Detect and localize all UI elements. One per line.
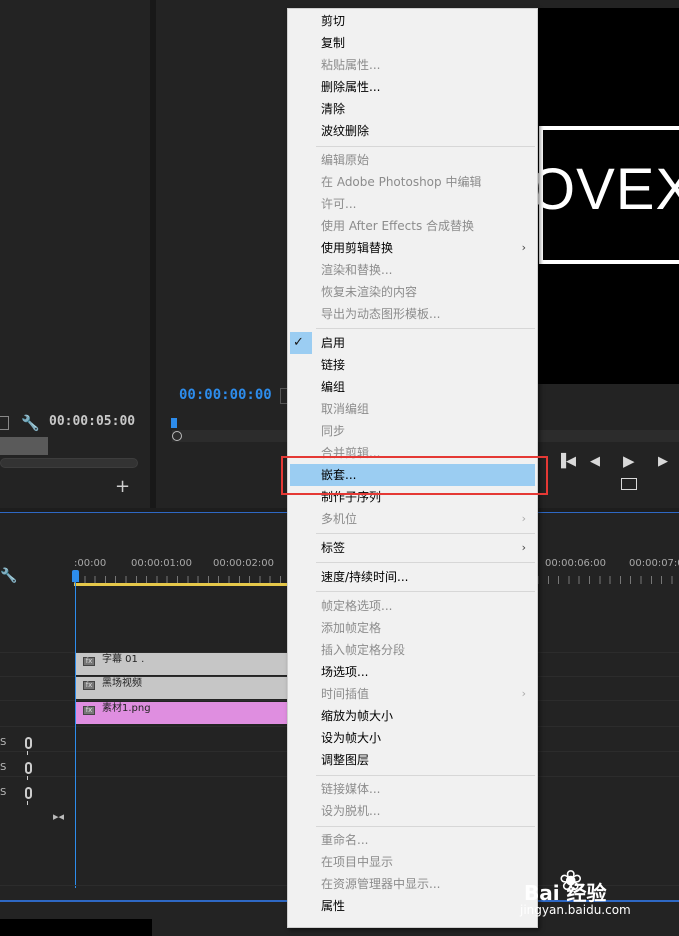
menu-item-reveal-in-project[interactable]: 在项目中显示 bbox=[288, 851, 537, 873]
clip-name-suffix: . bbox=[141, 654, 145, 665]
chevron-right-icon: › bbox=[521, 241, 526, 254]
menu-separator bbox=[316, 146, 535, 147]
menu-item-enable[interactable]: ✓ 启用 bbox=[288, 332, 537, 354]
menu-item-synchronize[interactable]: 同步 bbox=[288, 420, 537, 442]
menu-separator bbox=[316, 775, 535, 776]
menu-item-properties[interactable]: 属性 bbox=[288, 895, 537, 917]
microphone-icon[interactable] bbox=[25, 737, 32, 755]
menu-item-make-offline[interactable]: 设为脱机... bbox=[288, 800, 537, 822]
title-clip[interactable]: fx 字幕 01 . bbox=[76, 653, 288, 675]
timeline-wrench-icon[interactable]: 🔧 bbox=[0, 568, 17, 584]
menu-item-paste-attributes[interactable]: 粘贴属性... bbox=[288, 54, 537, 76]
fx-icon: fx bbox=[83, 706, 95, 715]
source-monitor-panel: 🔧 00:00:05:00 + bbox=[0, 0, 150, 508]
menu-item-edit-in-photoshop[interactable]: 在 Adobe Photoshop 中编辑 bbox=[288, 171, 537, 193]
image-clip[interactable]: fx 素材1.png bbox=[76, 702, 288, 724]
microphone-icon[interactable] bbox=[25, 762, 32, 780]
clip-name: 素材1.png bbox=[102, 703, 151, 714]
menu-item-multi-camera[interactable]: 多机位 › bbox=[288, 508, 537, 530]
menu-item-replace-with-after-effects[interactable]: 使用 After Effects 合成替换 bbox=[288, 215, 537, 237]
chevron-right-icon: › bbox=[521, 512, 526, 525]
go-to-in-icon[interactable]: ▐◀ bbox=[556, 454, 576, 470]
step-forward-icon[interactable]: ▶ bbox=[658, 454, 668, 470]
work-area-bar[interactable] bbox=[74, 583, 288, 586]
audio-track-label: S bbox=[0, 762, 7, 773]
source-checkbox[interactable] bbox=[0, 416, 9, 430]
menu-item-insert-frame-hold-segment[interactable]: 插入帧定格分段 bbox=[288, 639, 537, 661]
status-bar bbox=[0, 919, 152, 936]
menu-item-remove-attributes[interactable]: 删除属性... bbox=[288, 76, 537, 98]
menu-item-label: 使用剪辑替换 bbox=[321, 241, 394, 255]
menu-item-ripple-delete[interactable]: 波纹删除 bbox=[288, 120, 537, 142]
annotation-highlight-box bbox=[281, 456, 548, 495]
menu-item-field-options[interactable]: 场选项... bbox=[288, 661, 537, 683]
wrench-icon[interactable]: 🔧 bbox=[21, 414, 40, 432]
menu-item-ungroup[interactable]: 取消编组 bbox=[288, 398, 537, 420]
clip-name: 黑场视频 bbox=[102, 678, 142, 689]
export-frame-icon[interactable] bbox=[621, 478, 637, 490]
watermark-url: jingyan.baidu.com bbox=[520, 903, 631, 917]
menu-separator bbox=[316, 826, 535, 827]
menu-separator bbox=[316, 328, 535, 329]
paw-icon: ❀ bbox=[559, 864, 583, 897]
video-title-text: OVEX bbox=[530, 157, 679, 222]
menu-item-export-motion-graphics[interactable]: 导出为动态图形模板... bbox=[288, 303, 537, 325]
menu-item-clear[interactable]: 清除 bbox=[288, 98, 537, 120]
add-button[interactable]: + bbox=[115, 478, 130, 496]
menu-item-render-and-replace[interactable]: 渲染和替换... bbox=[288, 259, 537, 281]
menu-item-frame-hold-options[interactable]: 帧定格选项... bbox=[288, 595, 537, 617]
menu-item-adjustment-layer[interactable]: 调整图层 bbox=[288, 749, 537, 771]
menu-item-link[interactable]: 链接 bbox=[288, 354, 537, 376]
audio-track-label: S bbox=[0, 787, 7, 798]
clip-name: 字幕 01 bbox=[102, 654, 138, 665]
menu-item-edit-original[interactable]: 编辑原始 bbox=[288, 149, 537, 171]
menu-separator bbox=[316, 562, 535, 563]
chevron-right-icon: › bbox=[521, 541, 526, 554]
ruler-label: :00:00 bbox=[74, 558, 107, 569]
menu-item-link-media[interactable]: 链接媒体... bbox=[288, 778, 537, 800]
ruler-label: 00:00:07:0 bbox=[629, 558, 679, 569]
menu-separator bbox=[316, 533, 535, 534]
step-back-icon[interactable]: ◀ bbox=[590, 454, 600, 470]
menu-separator bbox=[316, 591, 535, 592]
program-playhead[interactable] bbox=[171, 418, 177, 428]
menu-item-time-interpolation[interactable]: 时间插值 › bbox=[288, 683, 537, 705]
menu-item-add-frame-hold[interactable]: 添加帧定格 bbox=[288, 617, 537, 639]
menu-item-rename[interactable]: 重命名... bbox=[288, 829, 537, 851]
menu-item-license[interactable]: 许可... bbox=[288, 193, 537, 215]
menu-item-copy[interactable]: 复制 bbox=[288, 32, 537, 54]
menu-item-group[interactable]: 编组 bbox=[288, 376, 537, 398]
menu-item-restore-unrendered[interactable]: 恢复未渲染的内容 bbox=[288, 281, 537, 303]
menu-item-scale-to-frame-size[interactable]: 缩放为帧大小 bbox=[288, 705, 537, 727]
menu-item-label-submenu[interactable]: 标签 › bbox=[288, 537, 537, 559]
source-scrollbar[interactable] bbox=[0, 458, 138, 468]
menu-item-speed-duration[interactable]: 速度/持续时间... bbox=[288, 566, 537, 588]
menu-item-set-to-frame-size[interactable]: 设为帧大小 bbox=[288, 727, 537, 749]
ruler-label: 00:00:02:00 bbox=[213, 558, 275, 569]
chevron-right-icon: › bbox=[521, 687, 526, 700]
black-video-clip[interactable]: fx 黑场视频 bbox=[76, 677, 288, 699]
source-timecode[interactable]: 00:00:05:00 bbox=[49, 414, 135, 429]
ruler-label: 00:00:06:00 bbox=[545, 558, 607, 569]
master-track-icon[interactable]: ▸◂ bbox=[53, 810, 64, 823]
fx-icon: fx bbox=[83, 681, 95, 690]
menu-item-label: 标签 bbox=[321, 541, 346, 555]
menu-item-replace-with-clip[interactable]: 使用剪辑替换 › bbox=[288, 237, 537, 259]
timeline-playhead[interactable] bbox=[72, 570, 79, 582]
fx-icon: fx bbox=[83, 657, 95, 666]
program-timecode[interactable]: 00:00:00:00 bbox=[179, 387, 272, 403]
menu-item-label: 多机位 bbox=[321, 512, 358, 526]
playhead-line bbox=[75, 582, 76, 888]
ruler-label: 00:00:01:00 bbox=[131, 558, 193, 569]
checkmark-icon: ✓ bbox=[293, 335, 304, 350]
in-point-marker[interactable] bbox=[172, 431, 182, 441]
menu-item-label: 启用 bbox=[321, 336, 346, 350]
menu-item-cut[interactable]: 剪切 bbox=[288, 10, 537, 32]
audio-track-label: S bbox=[0, 737, 7, 748]
microphone-icon[interactable] bbox=[25, 787, 32, 805]
menu-item-label: 时间插值 bbox=[321, 687, 370, 701]
menu-item-reveal-in-explorer[interactable]: 在资源管理器中显示... bbox=[288, 873, 537, 895]
play-icon[interactable]: ▶ bbox=[623, 453, 635, 469]
source-duration-bar bbox=[0, 437, 48, 455]
